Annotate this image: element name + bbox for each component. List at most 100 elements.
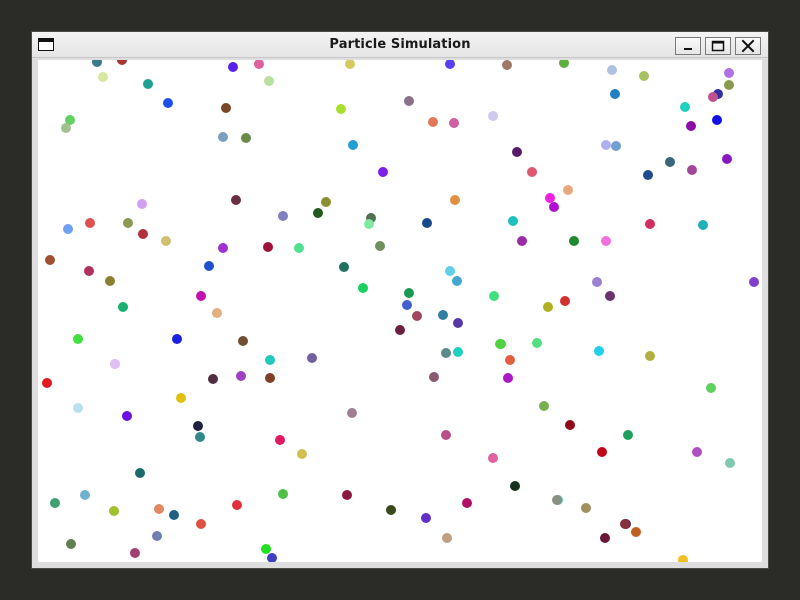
particle bbox=[722, 154, 732, 164]
particle bbox=[196, 519, 206, 529]
particle bbox=[665, 157, 675, 167]
particle bbox=[680, 102, 690, 112]
particle bbox=[275, 435, 285, 445]
particle bbox=[678, 555, 688, 562]
particle bbox=[264, 76, 274, 86]
particle bbox=[503, 373, 513, 383]
particle bbox=[196, 291, 206, 301]
particle bbox=[488, 111, 498, 121]
particle bbox=[123, 218, 133, 228]
particle bbox=[143, 79, 153, 89]
particle bbox=[80, 490, 90, 500]
particle bbox=[421, 513, 431, 523]
particle bbox=[342, 490, 352, 500]
particle bbox=[347, 408, 357, 418]
close-button[interactable] bbox=[735, 37, 761, 55]
particle bbox=[512, 147, 522, 157]
particle bbox=[610, 89, 620, 99]
particle bbox=[110, 359, 120, 369]
minimize-button[interactable] bbox=[675, 37, 701, 55]
particle bbox=[98, 72, 108, 82]
particle bbox=[358, 283, 368, 293]
particle bbox=[404, 288, 414, 298]
particle bbox=[569, 236, 579, 246]
particle bbox=[623, 430, 633, 440]
particle bbox=[348, 140, 358, 150]
particle bbox=[489, 291, 499, 301]
particle bbox=[601, 236, 611, 246]
particle bbox=[92, 60, 102, 67]
maximize-button[interactable] bbox=[705, 37, 731, 55]
particle bbox=[137, 199, 147, 209]
particle bbox=[706, 383, 716, 393]
particle bbox=[645, 351, 655, 361]
particle bbox=[232, 500, 242, 510]
particle bbox=[297, 449, 307, 459]
particle bbox=[510, 481, 520, 491]
particle bbox=[238, 336, 248, 346]
particle bbox=[462, 498, 472, 508]
particle bbox=[228, 62, 238, 72]
particle bbox=[313, 208, 323, 218]
particle bbox=[375, 241, 385, 251]
particle bbox=[611, 141, 621, 151]
particle bbox=[441, 348, 451, 358]
particle bbox=[712, 115, 722, 125]
particle bbox=[565, 420, 575, 430]
particle bbox=[643, 170, 653, 180]
particle bbox=[563, 185, 573, 195]
particle bbox=[84, 266, 94, 276]
particle bbox=[395, 325, 405, 335]
particle bbox=[552, 495, 562, 505]
particle bbox=[502, 60, 512, 70]
maximize-icon bbox=[711, 40, 725, 52]
close-icon bbox=[741, 39, 755, 53]
particle bbox=[265, 355, 275, 365]
particle bbox=[428, 117, 438, 127]
particle bbox=[152, 531, 162, 541]
particle bbox=[559, 60, 569, 68]
particle bbox=[441, 430, 451, 440]
particle bbox=[265, 373, 275, 383]
particle bbox=[445, 266, 455, 276]
particle bbox=[605, 291, 615, 301]
particle bbox=[527, 167, 537, 177]
particle bbox=[254, 60, 264, 69]
simulation-canvas[interactable] bbox=[38, 60, 762, 562]
particle bbox=[631, 527, 641, 537]
particle bbox=[532, 338, 542, 348]
particle bbox=[204, 261, 214, 271]
particle bbox=[724, 80, 734, 90]
particle bbox=[402, 300, 412, 310]
particle bbox=[138, 229, 148, 239]
particle bbox=[724, 68, 734, 78]
particle bbox=[505, 355, 515, 365]
particle bbox=[294, 243, 304, 253]
particle bbox=[607, 65, 617, 75]
title-bar[interactable]: Particle Simulation bbox=[32, 32, 768, 58]
particle bbox=[601, 140, 611, 150]
particle bbox=[73, 334, 83, 344]
particle bbox=[620, 519, 630, 529]
particle bbox=[543, 302, 553, 312]
particle bbox=[453, 347, 463, 357]
particle bbox=[345, 60, 355, 69]
particle bbox=[364, 219, 374, 229]
particle bbox=[539, 401, 549, 411]
particle bbox=[212, 308, 222, 318]
particle bbox=[85, 218, 95, 228]
particle bbox=[560, 296, 570, 306]
particle bbox=[195, 432, 205, 442]
particle bbox=[42, 378, 52, 388]
particle bbox=[496, 339, 506, 349]
particle bbox=[517, 236, 527, 246]
minimize-icon bbox=[684, 48, 692, 50]
window-title: Particle Simulation bbox=[329, 37, 471, 52]
particle bbox=[686, 121, 696, 131]
particle bbox=[307, 353, 317, 363]
particle bbox=[600, 533, 610, 543]
particle bbox=[749, 277, 759, 287]
particle bbox=[154, 504, 164, 514]
particle bbox=[339, 262, 349, 272]
particle bbox=[163, 98, 173, 108]
